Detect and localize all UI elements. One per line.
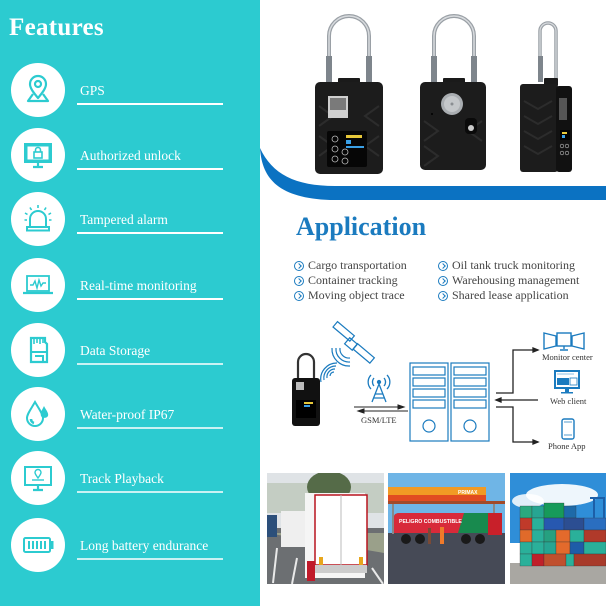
feature-tampered-alarm: Tampered alarm — [0, 192, 260, 248]
alarm-siren-icon — [24, 205, 52, 232]
web-client-icon — [554, 370, 580, 394]
feature-water-proof: Water-proof IP67 — [0, 387, 260, 443]
tanker-photo: PRIMAX PELIGRO COMBUSTIBLE — [388, 473, 505, 584]
feature-realtime-monitoring: Real-time monitoring — [0, 258, 260, 314]
application-title: Application — [296, 212, 427, 241]
features-panel: Features GPS Authorized unlock Tampered … — [0, 0, 260, 606]
divider — [77, 298, 223, 300]
application-item: Shared lease application — [438, 288, 579, 303]
feature-label: Tampered alarm — [80, 212, 168, 227]
feature-label: Long battery endurance — [80, 538, 209, 553]
application-item: Moving object trace — [294, 288, 407, 303]
feature-label: Track Playback — [80, 471, 164, 486]
wireless-signal-icon — [320, 362, 338, 383]
divider — [77, 558, 223, 560]
application-list-right: Oil tank truck monitoring Warehousing ma… — [438, 258, 579, 303]
feature-icon-circle — [11, 323, 65, 377]
feature-battery: Long battery endurance — [0, 518, 260, 574]
feature-label: GPS — [80, 83, 105, 98]
canopy-sign: PRIMAX — [458, 490, 478, 496]
client-label-monitor-center: Monitor center — [542, 352, 593, 362]
feature-label: Data Storage — [80, 343, 151, 358]
map-pin-icon — [26, 74, 50, 103]
client-label-phone-app: Phone App — [548, 441, 586, 451]
truck-photo — [267, 473, 384, 584]
system-diagram: GSM/LTE Monitor center Web client Phone … — [280, 318, 606, 464]
chevron-circle-icon — [294, 260, 304, 271]
divider — [77, 427, 223, 429]
application-item: Cargo transportation — [294, 258, 407, 273]
chevron-circle-icon — [438, 260, 448, 271]
feature-label: Authorized unlock — [80, 148, 181, 163]
divider — [77, 168, 223, 170]
feature-icon-circle — [11, 387, 65, 441]
feature-gps: GPS — [0, 63, 260, 119]
feature-label: Real-time monitoring — [80, 278, 197, 293]
sd-card-icon — [29, 336, 49, 364]
application-list-left: Cargo transportation Container tracking … — [294, 258, 407, 303]
water-drop-icon — [25, 399, 49, 427]
chevron-circle-icon — [294, 275, 304, 286]
chevron-circle-icon — [438, 290, 448, 301]
application-item: Container tracking — [294, 273, 407, 288]
feature-track-playback: Track Playback — [0, 451, 260, 507]
phone-app-icon — [561, 418, 575, 440]
satellite-icon — [331, 320, 376, 367]
lock-front-image — [315, 14, 383, 174]
lock-device-image — [292, 352, 320, 426]
feature-label: Water-proof IP67 — [80, 407, 175, 422]
feature-authorized-unlock: Authorized unlock — [0, 128, 260, 184]
lock-side-image — [520, 21, 572, 172]
application-item: Warehousing management — [438, 273, 579, 288]
feature-icon-circle — [11, 128, 65, 182]
feature-data-storage: Data Storage — [0, 323, 260, 379]
feature-icon-circle — [11, 63, 65, 117]
features-title: Features — [9, 14, 104, 41]
feature-icon-circle — [11, 192, 65, 246]
application-item: Oil tank truck monitoring — [438, 258, 579, 273]
divider — [77, 103, 223, 105]
network-label: GSM/LTE — [361, 415, 397, 425]
battery-icon — [23, 537, 54, 553]
monitor-center-icon — [543, 332, 585, 351]
feature-icon-circle — [11, 518, 65, 572]
client-label-web-client: Web client — [550, 396, 587, 406]
chevron-circle-icon — [294, 290, 304, 301]
chevron-circle-icon — [438, 275, 448, 286]
server-icon — [409, 362, 449, 442]
cell-tower-icon — [367, 374, 391, 403]
server-icon — [450, 362, 490, 442]
monitor-location-icon — [24, 466, 52, 492]
monitor-lock-icon — [24, 143, 52, 169]
feature-icon-circle — [11, 258, 65, 312]
divider — [77, 491, 223, 493]
bidirectional-arrow — [354, 404, 408, 414]
feature-icon-circle — [11, 451, 65, 505]
lock-back-image — [420, 14, 486, 170]
tanker-sign: PELIGRO COMBUSTIBLE — [399, 519, 462, 525]
divider — [77, 363, 223, 365]
containers-photo — [510, 473, 606, 584]
laptop-pulse-icon — [23, 275, 53, 295]
divider — [77, 232, 223, 234]
product-images — [260, 0, 606, 210]
client-connector-lines — [494, 347, 540, 445]
